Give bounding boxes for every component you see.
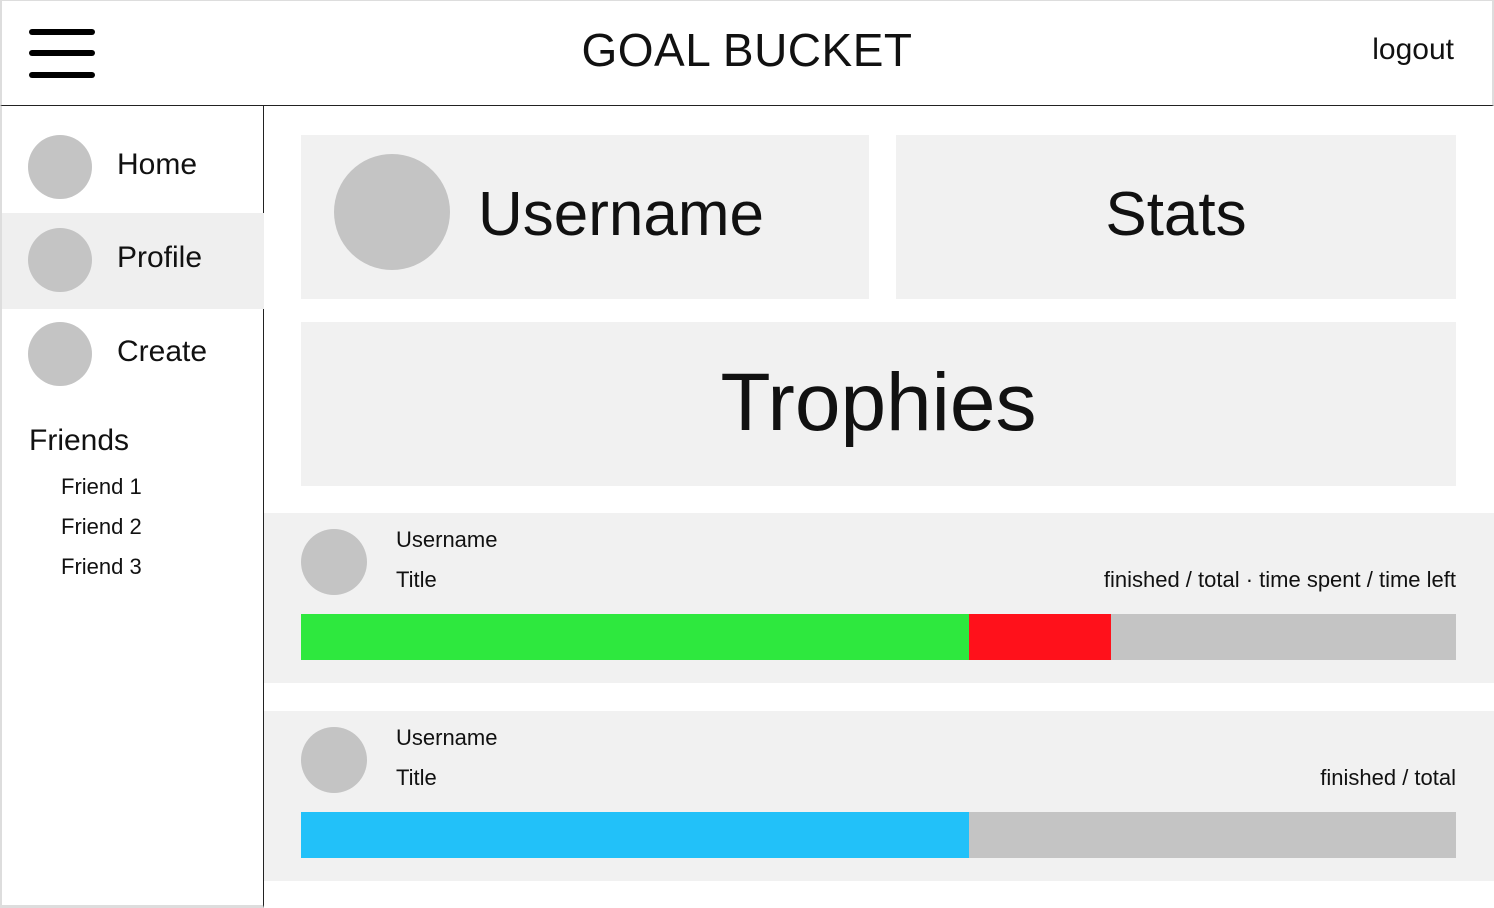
goal-card[interactable]: Username Title finished / total [264, 711, 1494, 881]
friend-item[interactable]: Friend 1 [61, 474, 142, 500]
goal-title: Title [396, 765, 437, 790]
create-icon [28, 322, 92, 386]
sidebar-item-label: Profile [117, 241, 203, 274]
stats-card[interactable]: Stats [896, 135, 1456, 299]
sidebar-item-label: Home [117, 148, 198, 181]
sidebar-item-create[interactable]: Create [2, 309, 264, 403]
progress-segment [301, 812, 969, 858]
main-content: Username Stats Trophies Username Title f… [264, 106, 1494, 908]
trophies-card[interactable]: Trophies [301, 322, 1456, 486]
stats-label: Stats [1105, 180, 1247, 249]
friend-item[interactable]: Friend 3 [61, 554, 142, 580]
profile-card: Username [301, 135, 869, 299]
goal-meta: finished / total · time spent / time lef… [1103, 567, 1456, 592]
goal-meta: finished / total [1320, 765, 1456, 790]
goal-progress-bar [301, 614, 1456, 660]
logout-link[interactable]: logout [1372, 33, 1454, 67]
sidebar-item-home[interactable]: Home [2, 106, 264, 200]
goal-progress-bar [301, 812, 1456, 858]
friend-item[interactable]: Friend 2 [61, 514, 142, 540]
top-bar: GOAL BUCKET logout [0, 0, 1494, 106]
sidebar-item-profile[interactable]: Profile [2, 213, 264, 309]
app-title: GOAL BUCKET [581, 24, 913, 76]
progress-segment [301, 614, 969, 660]
avatar [334, 154, 450, 270]
progress-segment [968, 614, 1111, 660]
sidebar-item-label: Create [117, 335, 208, 368]
friends-heading: Friends [29, 424, 130, 457]
goal-username: Username [396, 725, 498, 750]
goal-title: Title [396, 567, 437, 592]
profile-icon [28, 228, 92, 292]
profile-username: Username [478, 180, 764, 249]
home-icon [28, 135, 92, 199]
goal-card[interactable]: Username Title finished / total · time s… [264, 513, 1494, 683]
sidebar: Home Profile Create Friends Friend 1 Fri… [0, 106, 264, 908]
avatar [301, 529, 367, 595]
trophies-label: Trophies [720, 357, 1037, 448]
avatar [301, 727, 367, 793]
goal-username: Username [396, 527, 498, 552]
